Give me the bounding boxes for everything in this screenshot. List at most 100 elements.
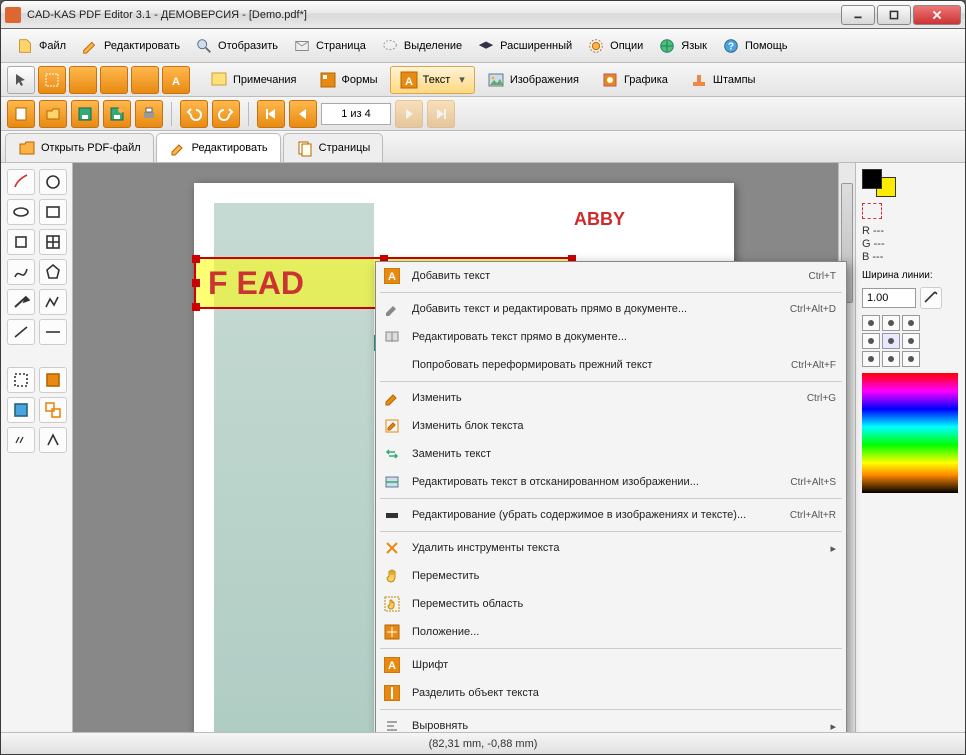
hline-tool[interactable]: [39, 319, 67, 345]
align-icon: [382, 716, 402, 732]
tab-forms[interactable]: Формы: [309, 66, 388, 94]
shape-tool-2[interactable]: [100, 66, 128, 94]
print-button[interactable]: [135, 100, 163, 128]
new-button[interactable]: [7, 100, 35, 128]
anchor-mc[interactable]: [882, 333, 900, 349]
fg-color[interactable]: [862, 169, 882, 189]
linewidth-input[interactable]: [862, 288, 916, 308]
dd-align[interactable]: Выровнять▸: [376, 712, 846, 732]
prev-page-button[interactable]: [289, 100, 317, 128]
anchor-tl[interactable]: [862, 315, 880, 331]
open-button[interactable]: [39, 100, 67, 128]
linewidth-picker[interactable]: [920, 287, 942, 309]
dd-reformat[interactable]: Попробовать переформировать прежний текс…: [376, 351, 846, 379]
marquee-tool[interactable]: [7, 367, 35, 393]
save-button[interactable]: [71, 100, 99, 128]
dd-change-block[interactable]: Изменить блок текста: [376, 412, 846, 440]
status-bar: (82,31 mm, -0,88 mm): [1, 732, 965, 754]
zigzag-tool[interactable]: [39, 289, 67, 315]
ellipse-tool[interactable]: [7, 199, 35, 225]
dd-move-area[interactable]: Переместить область: [376, 590, 846, 618]
anchor-bl[interactable]: [862, 351, 880, 367]
tab-graphics[interactable]: Графика: [591, 66, 678, 94]
tab-images[interactable]: Изображения: [477, 66, 589, 94]
dd-scan-edit[interactable]: Редактировать текст в отсканированном из…: [376, 468, 846, 496]
polygon-tool[interactable]: [39, 259, 67, 285]
svg-text:A: A: [388, 271, 396, 283]
menu-edit[interactable]: Редактировать: [74, 33, 186, 59]
line-tool[interactable]: [7, 319, 35, 345]
anchor-ml[interactable]: [862, 333, 880, 349]
tab-pages-mode[interactable]: Страницы: [283, 133, 384, 162]
undo-button[interactable]: [180, 100, 208, 128]
book-icon: [382, 327, 402, 347]
maximize-button[interactable]: [877, 5, 911, 25]
anchor-br[interactable]: [902, 351, 920, 367]
dd-change[interactable]: ИзменитьCtrl+G: [376, 384, 846, 412]
saveas-button[interactable]: [103, 100, 131, 128]
menu-options[interactable]: Опции: [580, 33, 649, 59]
anchor-bc[interactable]: [882, 351, 900, 367]
close-button[interactable]: [913, 5, 961, 25]
arrow-tool[interactable]: [7, 289, 35, 315]
linewidth-label: Ширина линии:: [862, 270, 959, 281]
svg-text:A: A: [405, 76, 413, 88]
tab-text[interactable]: AТекст▾: [390, 66, 475, 94]
menu-selection[interactable]: Выделение: [374, 33, 468, 59]
dd-add-text[interactable]: AДобавить текстCtrl+T: [376, 262, 846, 290]
text-A-tool[interactable]: A: [162, 66, 190, 94]
square-tool[interactable]: [7, 229, 35, 255]
menu-file[interactable]: Файл: [9, 33, 72, 59]
curve-tool[interactable]: [7, 259, 35, 285]
rect-tool[interactable]: [39, 199, 67, 225]
dd-add-edit-text[interactable]: Добавить текст и редактировать прямо в д…: [376, 295, 846, 323]
menu-advanced[interactable]: Расширенный: [470, 33, 578, 59]
tab-stamps[interactable]: Штампы: [680, 66, 766, 94]
doc-heading: ABBY: [574, 209, 625, 230]
menu-view[interactable]: Отобразить: [188, 33, 284, 59]
tab-annotations[interactable]: Примечания: [200, 66, 307, 94]
anchor-tr[interactable]: [902, 315, 920, 331]
dd-font[interactable]: AШрифт: [376, 651, 846, 679]
dd-delete-tools[interactable]: Удалить инструменты текста▸: [376, 534, 846, 562]
text-edit-icon: [382, 299, 402, 319]
shape-tool-3[interactable]: [131, 66, 159, 94]
next-page-button[interactable]: [395, 100, 423, 128]
last-page-button[interactable]: [427, 100, 455, 128]
shape-tool-1[interactable]: [69, 66, 97, 94]
anchor-mr[interactable]: [902, 333, 920, 349]
menu-language[interactable]: Язык: [651, 33, 713, 59]
chevrons-tool[interactable]: [7, 427, 35, 453]
delete-icon: [382, 538, 402, 558]
fill-tool[interactable]: [39, 367, 67, 393]
color-gradient[interactable]: [862, 373, 958, 493]
window-controls: [841, 5, 961, 25]
group-tool[interactable]: [39, 397, 67, 423]
anchor-tc[interactable]: [882, 315, 900, 331]
peak-tool[interactable]: [39, 427, 67, 453]
pointer-tool[interactable]: [7, 66, 35, 94]
select-tool[interactable]: [38, 66, 66, 94]
magic-tool[interactable]: [7, 397, 35, 423]
menu-help[interactable]: ?Помощь: [715, 33, 794, 59]
erase-icon: [382, 505, 402, 525]
minimize-button[interactable]: [841, 5, 875, 25]
dd-move[interactable]: Переместить: [376, 562, 846, 590]
tab-edit-mode[interactable]: Редактировать: [156, 133, 281, 162]
brush-tool[interactable]: [7, 169, 35, 195]
tab-open-pdf[interactable]: Открыть PDF-файл: [5, 133, 154, 162]
grid-tool[interactable]: [39, 229, 67, 255]
page-indicator[interactable]: 1 из 4: [321, 103, 391, 125]
pencil-icon: [80, 36, 100, 56]
dd-replace[interactable]: Заменить текст: [376, 440, 846, 468]
edit-icon: [382, 388, 402, 408]
redo-button[interactable]: [212, 100, 240, 128]
dd-split[interactable]: Разделить объект текста: [376, 679, 846, 707]
circle-tool[interactable]: [39, 169, 67, 195]
menu-page[interactable]: Страница: [286, 33, 372, 59]
dd-position[interactable]: Положение...: [376, 618, 846, 646]
dd-edit-in-doc[interactable]: Редактировать текст прямо в документе...: [376, 323, 846, 351]
svg-text:?: ?: [728, 41, 734, 52]
dd-redact[interactable]: Редактирование (убрать содержимое в изоб…: [376, 501, 846, 529]
first-page-button[interactable]: [257, 100, 285, 128]
